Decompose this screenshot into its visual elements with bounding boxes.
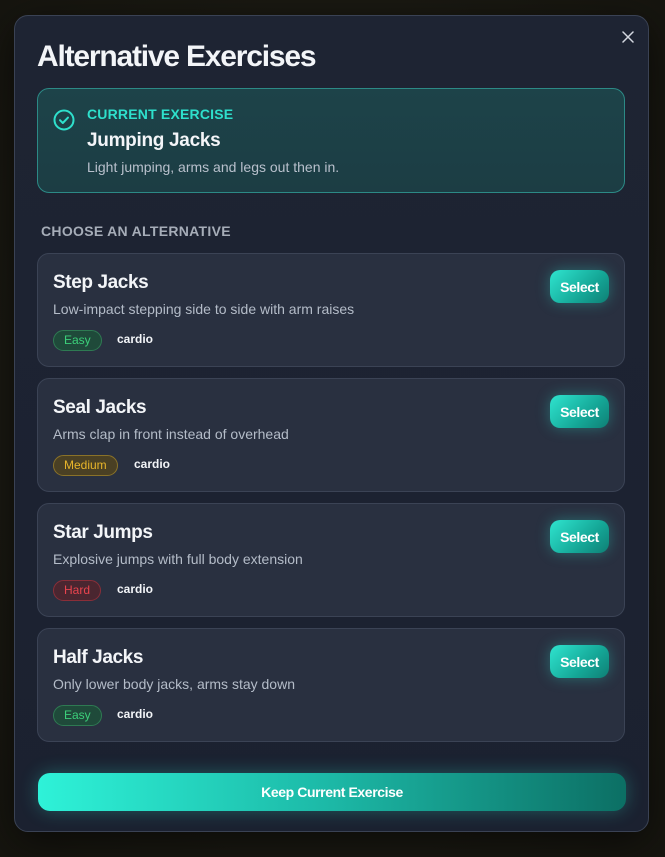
current-exercise-panel: CURRENT EXERCISE Jumping Jacks Light jum…: [37, 88, 625, 193]
category-tag: cardio: [117, 332, 154, 346]
section-label: CHOOSE AN ALTERNATIVE: [41, 223, 231, 239]
alternative-card-star-jumps: Star Jumps Explosive jumps with full bod…: [37, 503, 625, 617]
alternative-description: Explosive jumps with full body extension: [53, 551, 303, 567]
select-button[interactable]: Select: [550, 270, 609, 303]
select-button[interactable]: Select: [550, 645, 609, 678]
difficulty-badge: Medium: [53, 455, 118, 476]
alternative-name: Seal Jacks: [53, 397, 147, 418]
current-exercise-name: Jumping Jacks: [87, 130, 221, 151]
alternative-name: Half Jacks: [53, 647, 144, 668]
alternative-description: Arms clap in front instead of overhead: [53, 426, 289, 442]
difficulty-badge: Easy: [53, 330, 102, 351]
alternative-description: Only lower body jacks, arms stay down: [53, 676, 295, 692]
alternative-exercises-modal: Alternative Exercises CURRENT EXERCISE J…: [14, 15, 649, 832]
category-tag: cardio: [117, 707, 154, 721]
alternative-name: Star Jumps: [53, 522, 153, 543]
select-button[interactable]: Select: [550, 520, 609, 553]
alternative-name: Step Jacks: [53, 272, 149, 293]
difficulty-badge: Hard: [53, 580, 102, 601]
category-tag: cardio: [134, 457, 171, 471]
current-exercise-label: CURRENT EXERCISE: [87, 106, 234, 122]
modal-title: Alternative Exercises: [37, 40, 317, 73]
difficulty-badge: Easy: [53, 705, 102, 726]
alternative-description: Low-impact stepping side to side with ar…: [53, 301, 355, 317]
check-circle-icon: [53, 109, 75, 131]
close-icon: [622, 31, 634, 43]
category-tag: cardio: [117, 582, 154, 596]
current-exercise-description: Light jumping, arms and legs out then in…: [87, 159, 340, 175]
select-button[interactable]: Select: [550, 395, 609, 428]
alternative-card-half-jacks: Half Jacks Only lower body jacks, arms s…: [37, 628, 625, 742]
alternative-card-seal-jacks: Seal Jacks Arms clap in front instead of…: [37, 378, 625, 492]
keep-current-exercise-button[interactable]: Keep Current Exercise: [38, 773, 626, 811]
close-button[interactable]: [617, 26, 639, 48]
alternative-card-step-jacks: Step Jacks Low-impact stepping side to s…: [37, 253, 625, 367]
